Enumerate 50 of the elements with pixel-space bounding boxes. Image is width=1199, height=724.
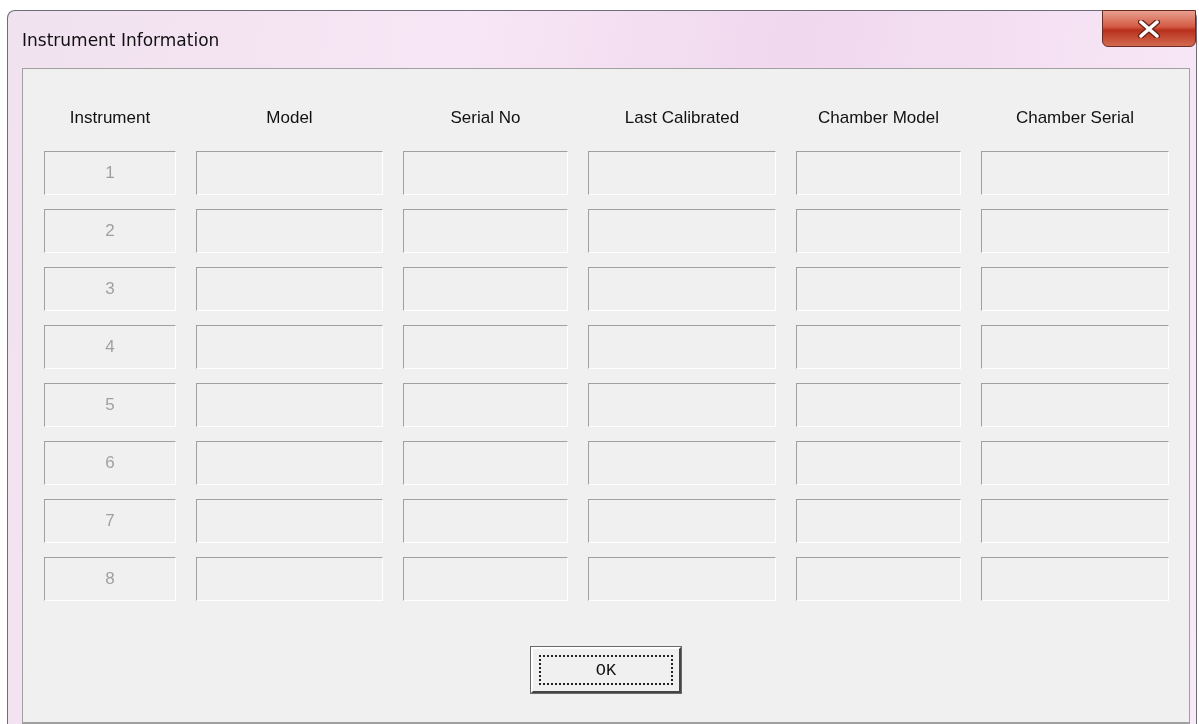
input-field[interactable] — [196, 557, 383, 601]
input-field[interactable] — [588, 383, 776, 427]
input-field[interactable] — [196, 499, 383, 543]
input-field[interactable] — [796, 151, 961, 195]
input-field[interactable] — [588, 151, 776, 195]
input-field[interactable] — [196, 441, 383, 485]
column-header: Serial No — [449, 107, 522, 129]
input-field[interactable] — [403, 267, 568, 311]
input-field[interactable] — [403, 499, 568, 543]
input-field[interactable] — [403, 383, 568, 427]
column-header: Chamber Model — [817, 107, 940, 129]
input-field[interactable] — [196, 209, 383, 253]
input-field[interactable] — [588, 267, 776, 311]
input-field[interactable] — [981, 209, 1169, 253]
input-field[interactable] — [403, 151, 568, 195]
column-header: Model — [265, 107, 314, 129]
input-field[interactable] — [796, 499, 961, 543]
input-field[interactable] — [196, 383, 383, 427]
input-field[interactable] — [196, 325, 383, 369]
close-button[interactable] — [1102, 10, 1196, 47]
input-field[interactable] — [588, 499, 776, 543]
input-field[interactable] — [796, 557, 961, 601]
ok-button[interactable]: OK — [531, 647, 681, 693]
input-field[interactable] — [981, 441, 1169, 485]
input-field[interactable] — [796, 325, 961, 369]
close-icon — [1138, 19, 1160, 38]
input-field[interactable] — [403, 441, 568, 485]
input-field[interactable] — [796, 209, 961, 253]
input-field[interactable] — [588, 441, 776, 485]
input-field[interactable] — [981, 151, 1169, 195]
input-field[interactable] — [981, 267, 1169, 311]
input-field[interactable] — [981, 383, 1169, 427]
input-field[interactable] — [981, 499, 1169, 543]
input-field[interactable] — [588, 209, 776, 253]
input-field[interactable] — [796, 267, 961, 311]
input-field[interactable] — [588, 325, 776, 369]
input-field[interactable] — [403, 557, 568, 601]
input-field[interactable] — [196, 267, 383, 311]
column-header: Instrument — [68, 107, 152, 129]
input-field[interactable] — [588, 557, 776, 601]
input-field[interactable] — [981, 325, 1169, 369]
column-header: Last Calibrated — [623, 107, 741, 129]
input-field[interactable] — [403, 209, 568, 253]
input-field[interactable] — [981, 557, 1169, 601]
input-field[interactable] — [403, 325, 568, 369]
input-field[interactable] — [196, 151, 383, 195]
input-field[interactable] — [796, 441, 961, 485]
input-field[interactable] — [796, 383, 961, 427]
column-header: Chamber Serial — [1014, 107, 1136, 129]
window-title: Instrument Information — [22, 29, 220, 50]
